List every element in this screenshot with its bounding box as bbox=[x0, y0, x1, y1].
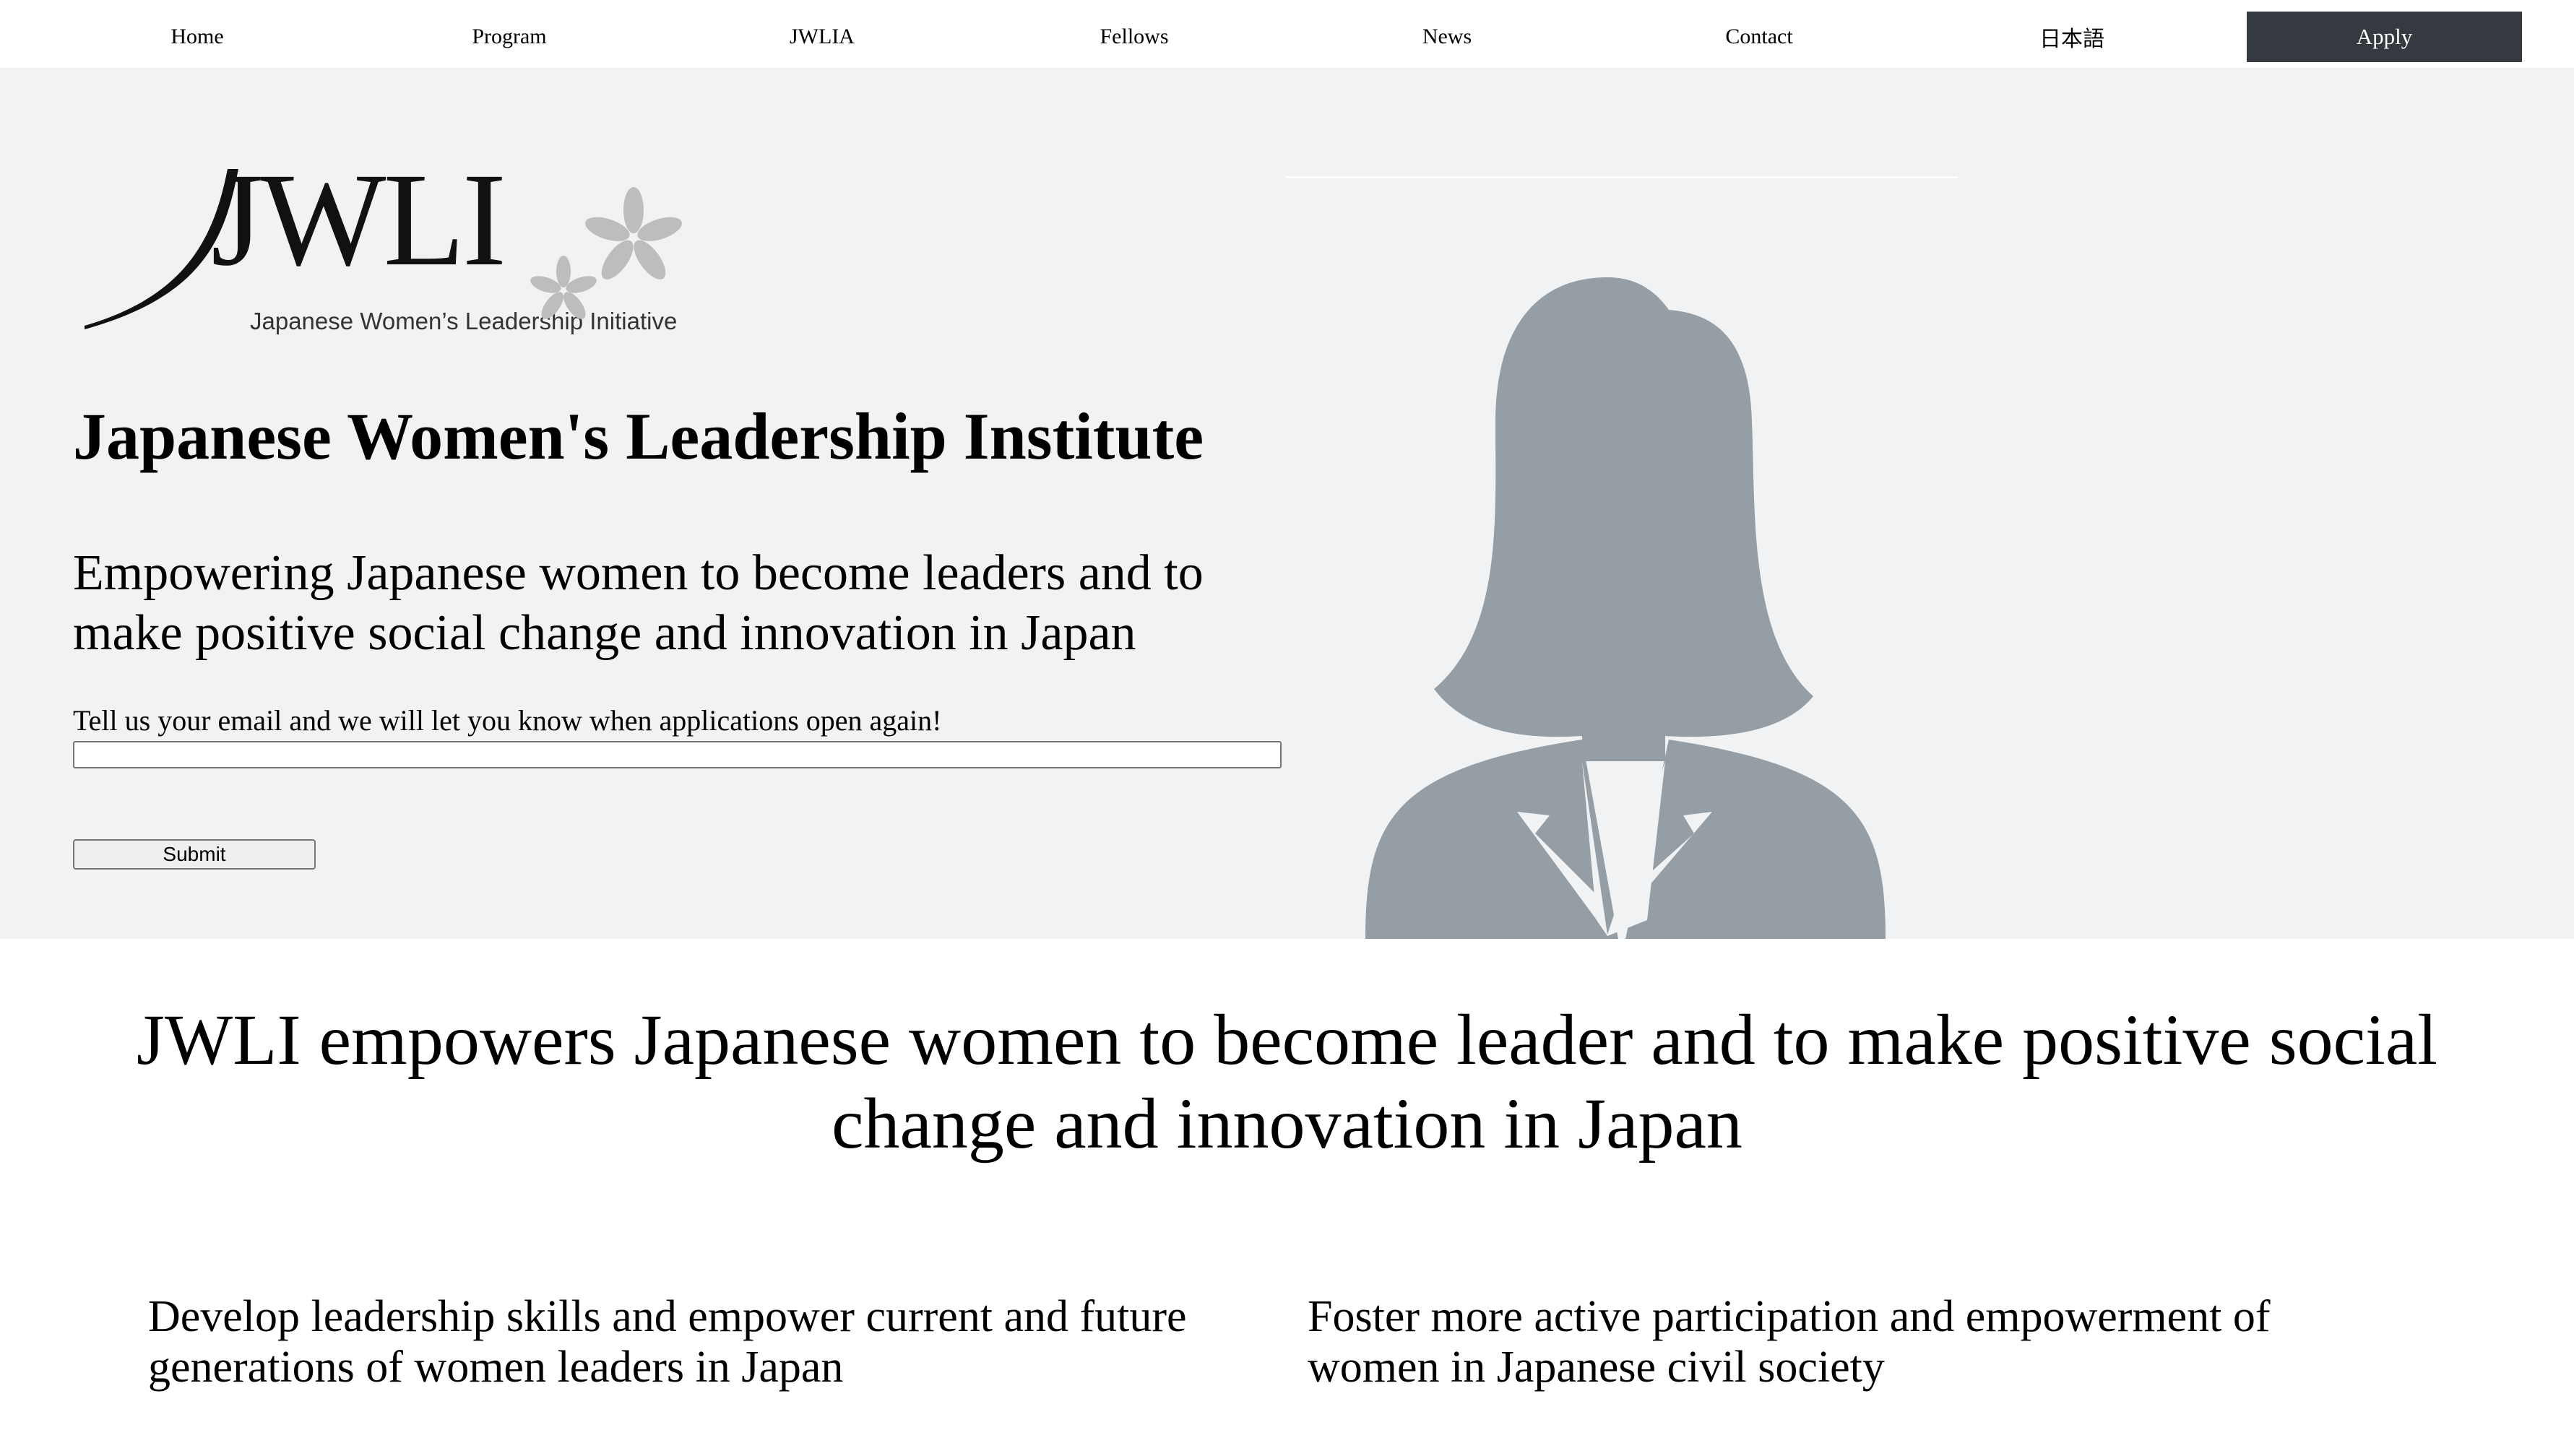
email-input[interactable] bbox=[73, 741, 1282, 768]
hero-subtitle: Empowering Japanese women to become lead… bbox=[73, 545, 1204, 661]
logo-tagline: Japanese Women’s Leadership Initiative bbox=[250, 308, 677, 334]
mission-section: JWLI empowers Japanese women to become l… bbox=[0, 939, 2574, 1456]
apply-button[interactable]: Apply bbox=[2247, 12, 2522, 62]
nav-news[interactable]: News bbox=[1310, 12, 1584, 62]
mission-headline: JWLI empowers Japanese women to become l… bbox=[136, 1000, 2437, 1164]
nav-japanese[interactable]: 日本語 bbox=[1935, 12, 2209, 62]
hero-section: JWLI Japanese Women’s Leadership Initiat… bbox=[0, 68, 2574, 939]
nav-home[interactable]: Home bbox=[60, 12, 334, 62]
nav-jwlia[interactable]: JWLIA bbox=[685, 12, 959, 62]
goal-leadership-skills: Develop leadership skills and empower cu… bbox=[148, 1292, 1187, 1392]
nav-fellows[interactable]: Fellows bbox=[997, 12, 1271, 62]
sakura-blossom-icon bbox=[530, 187, 682, 319]
submit-button[interactable]: Submit bbox=[73, 839, 316, 870]
hero-title: Japanese Women's Leadership Institute bbox=[73, 399, 1204, 473]
top-navigation: Home Program JWLIA Fellows News Contact … bbox=[0, 0, 2574, 68]
nav-program[interactable]: Program bbox=[372, 12, 647, 62]
nav-contact[interactable]: Contact bbox=[1622, 12, 1896, 62]
logo-wordmark: JWLI bbox=[211, 146, 504, 294]
email-signup-label: Tell us your email and we will let you k… bbox=[73, 704, 942, 737]
woman-silhouette-icon bbox=[1365, 277, 1886, 939]
jwli-logo[interactable]: JWLI Japanese Women’s Leadership Initiat… bbox=[81, 126, 688, 342]
goal-civil-society: Foster more active participation and emp… bbox=[1308, 1292, 2271, 1392]
